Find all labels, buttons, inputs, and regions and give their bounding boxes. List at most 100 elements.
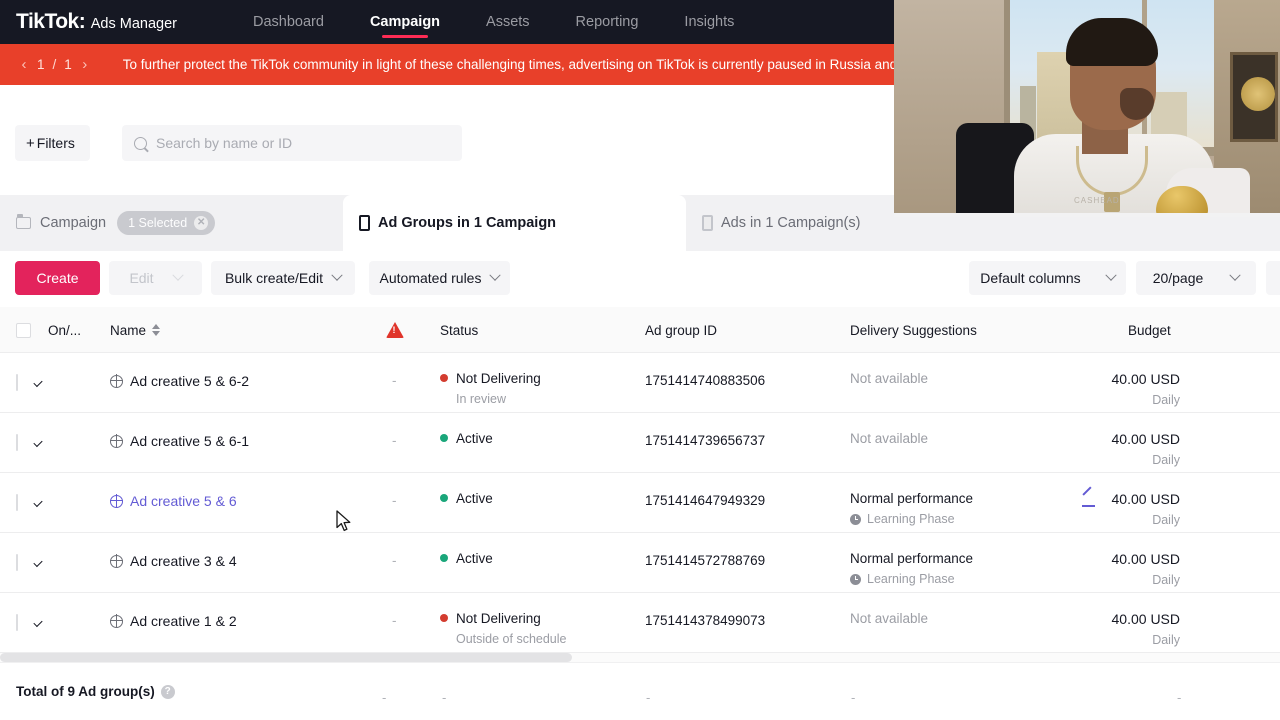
globe-icon (109, 614, 123, 628)
row-delivery-cell: Normal performance Learning Phase (850, 491, 973, 526)
row-budget-cell: 40.00 USD Daily (1112, 611, 1180, 647)
warning-icon (386, 322, 404, 338)
sort-icon[interactable] (152, 324, 161, 336)
globe-icon (109, 374, 123, 388)
row-checkbox[interactable] (16, 554, 18, 571)
banner-current-page: 1 (37, 57, 45, 72)
row-delivery-cell: Normal performance Learning Phase (850, 551, 973, 586)
nav-items: Dashboard Campaign Assets Reporting Insi… (253, 0, 780, 44)
table-row[interactable]: Ad creative 3 & 4 - Active 1751414572788… (0, 533, 1280, 593)
selected-count-chip[interactable]: 1 Selected ✕ (117, 211, 216, 235)
search-input[interactable] (156, 135, 436, 151)
status-label: Not Delivering (456, 611, 541, 626)
banner-next-icon[interactable]: › (75, 56, 95, 73)
row-status-cell: Not Delivering Outside of schedule (440, 611, 567, 646)
column-header-name[interactable]: Name (110, 307, 161, 353)
column-header-status[interactable]: Status (440, 307, 478, 353)
row-delivery-cell: Not available (850, 431, 928, 446)
banner-prev-icon[interactable]: ‹ (14, 56, 34, 73)
table-body: Ad creative 5 & 6-2 - Not Delivering In … (0, 353, 1280, 653)
table-row[interactable]: Ad creative 5 & 6 - Active 1751414647949… (0, 473, 1280, 533)
nav-item-assets[interactable]: Assets (486, 0, 530, 44)
default-columns-select[interactable]: Default columns (969, 261, 1126, 295)
row-budget-cell: 40.00 USD Daily (1112, 551, 1180, 587)
horizontal-scrollbar[interactable] (0, 653, 1280, 662)
row-ad-group-id: 1751414739656737 (645, 433, 766, 448)
row-checkbox[interactable] (16, 374, 18, 391)
budget-period: Daily (1152, 453, 1180, 467)
action-toolbar: Create Edit Bulk create/Edit Automated r… (0, 251, 1280, 307)
banner-separator: / (52, 57, 57, 72)
nav-item-dashboard[interactable]: Dashboard (253, 0, 324, 44)
ad-group-name-link[interactable]: Ad creative 5 & 6-1 (130, 433, 249, 449)
brand-logo[interactable]: TikTok: Ads Manager (0, 10, 177, 34)
budget-period: Daily (1152, 573, 1180, 587)
delivery-label: Not available (850, 611, 929, 626)
row-checkbox[interactable] (16, 494, 18, 511)
row-checkbox[interactable] (16, 614, 18, 631)
edit-budget-icon[interactable] (1081, 486, 1096, 507)
table-row[interactable]: Ad creative 1 & 2 - Not Delivering Outsi… (0, 593, 1280, 653)
automated-rules-button[interactable]: Automated rules (369, 261, 510, 295)
create-button[interactable]: Create (15, 261, 100, 295)
nav-item-campaign[interactable]: Campaign (370, 0, 440, 44)
table-row[interactable]: Ad creative 5 & 6-1 - Active 17514147396… (0, 413, 1280, 473)
close-icon[interactable]: ✕ (194, 216, 209, 230)
status-dot-icon (440, 494, 448, 502)
status-dot-icon (440, 554, 448, 562)
budget-period: Daily (1152, 513, 1180, 527)
nav-item-insights[interactable]: Insights (684, 0, 734, 44)
edit-label: Edit (129, 270, 154, 286)
ad-group-name-link[interactable]: Ad creative 3 & 4 (130, 553, 237, 569)
edit-button[interactable]: Edit (109, 261, 202, 295)
budget-amount: 40.00 USD (1111, 431, 1180, 447)
status-sublabel: Outside of schedule (456, 632, 567, 646)
column-header-delivery[interactable]: Delivery Suggestions (850, 307, 977, 353)
tab-campaign[interactable]: Campaign 1 Selected ✕ (16, 195, 216, 251)
nav-item-reporting[interactable]: Reporting (576, 0, 639, 44)
filters-label: Filters (36, 135, 75, 151)
column-header-budget[interactable]: Budget (1128, 307, 1171, 353)
column-header-onoff[interactable]: On/... (48, 307, 81, 353)
budget-period: Daily (1152, 393, 1180, 407)
delivery-label: Not available (850, 371, 929, 386)
bulk-create-edit-button[interactable]: Bulk create/Edit (211, 261, 355, 295)
ad-group-name-link[interactable]: Ad creative 5 & 6 (130, 493, 237, 509)
clock-icon (850, 513, 861, 525)
help-icon[interactable]: ? (160, 684, 175, 699)
table-footer: Total of 9 Ad group(s) ? - - - - - (0, 662, 1280, 720)
status-sublabel: In review (456, 392, 507, 406)
column-header-ad-group-id[interactable]: Ad group ID (645, 307, 717, 353)
status-dot-icon (440, 374, 448, 382)
video-overlay: CASHEAD (894, 0, 1280, 217)
ad-group-name-link[interactable]: Ad creative 5 & 6-2 (130, 373, 249, 389)
globe-icon (109, 554, 123, 568)
chevron-down-icon (171, 269, 184, 281)
tab-campaign-label: Campaign (40, 215, 107, 231)
row-checkbox[interactable] (16, 434, 18, 451)
table-header: On/... Name Status Ad group ID Delivery … (0, 307, 1280, 353)
row-warning-cell: - (392, 493, 397, 508)
automated-label: Automated rules (379, 270, 482, 286)
row-warning-cell: - (392, 553, 397, 568)
ad-group-name-link[interactable]: Ad creative 1 & 2 (130, 613, 237, 629)
ads-manager-page: TikTok: Ads Manager Dashboard Campaign A… (0, 0, 1280, 720)
row-warning-cell: - (392, 373, 397, 388)
delivery-label: Normal performance (850, 491, 974, 506)
total-count-text: Total of 9 Ad group(s) (16, 684, 155, 699)
table-row[interactable]: Ad creative 5 & 6-2 - Not Delivering In … (0, 353, 1280, 413)
filters-button[interactable]: + Filters (15, 125, 90, 161)
search-box[interactable] (122, 125, 462, 161)
budget-amount: 40.00 USD (1111, 491, 1180, 507)
row-name-cell: Ad creative 5 & 6 (109, 493, 237, 509)
page-size-select[interactable]: 20/page (1136, 261, 1256, 295)
tab-ad-groups[interactable]: Ad Groups in 1 Campaign (343, 195, 686, 251)
folder-icon (16, 214, 31, 229)
more-options-button[interactable] (1266, 261, 1280, 295)
banner-total-pages: 1 (64, 57, 72, 72)
select-all-checkbox[interactable] (16, 322, 31, 338)
row-delivery-cell: Not available (850, 611, 928, 626)
tab-ads[interactable]: Ads in 1 Campaign(s) (690, 195, 860, 251)
column-header-warning (386, 307, 404, 353)
scrollbar-thumb[interactable] (0, 653, 572, 662)
